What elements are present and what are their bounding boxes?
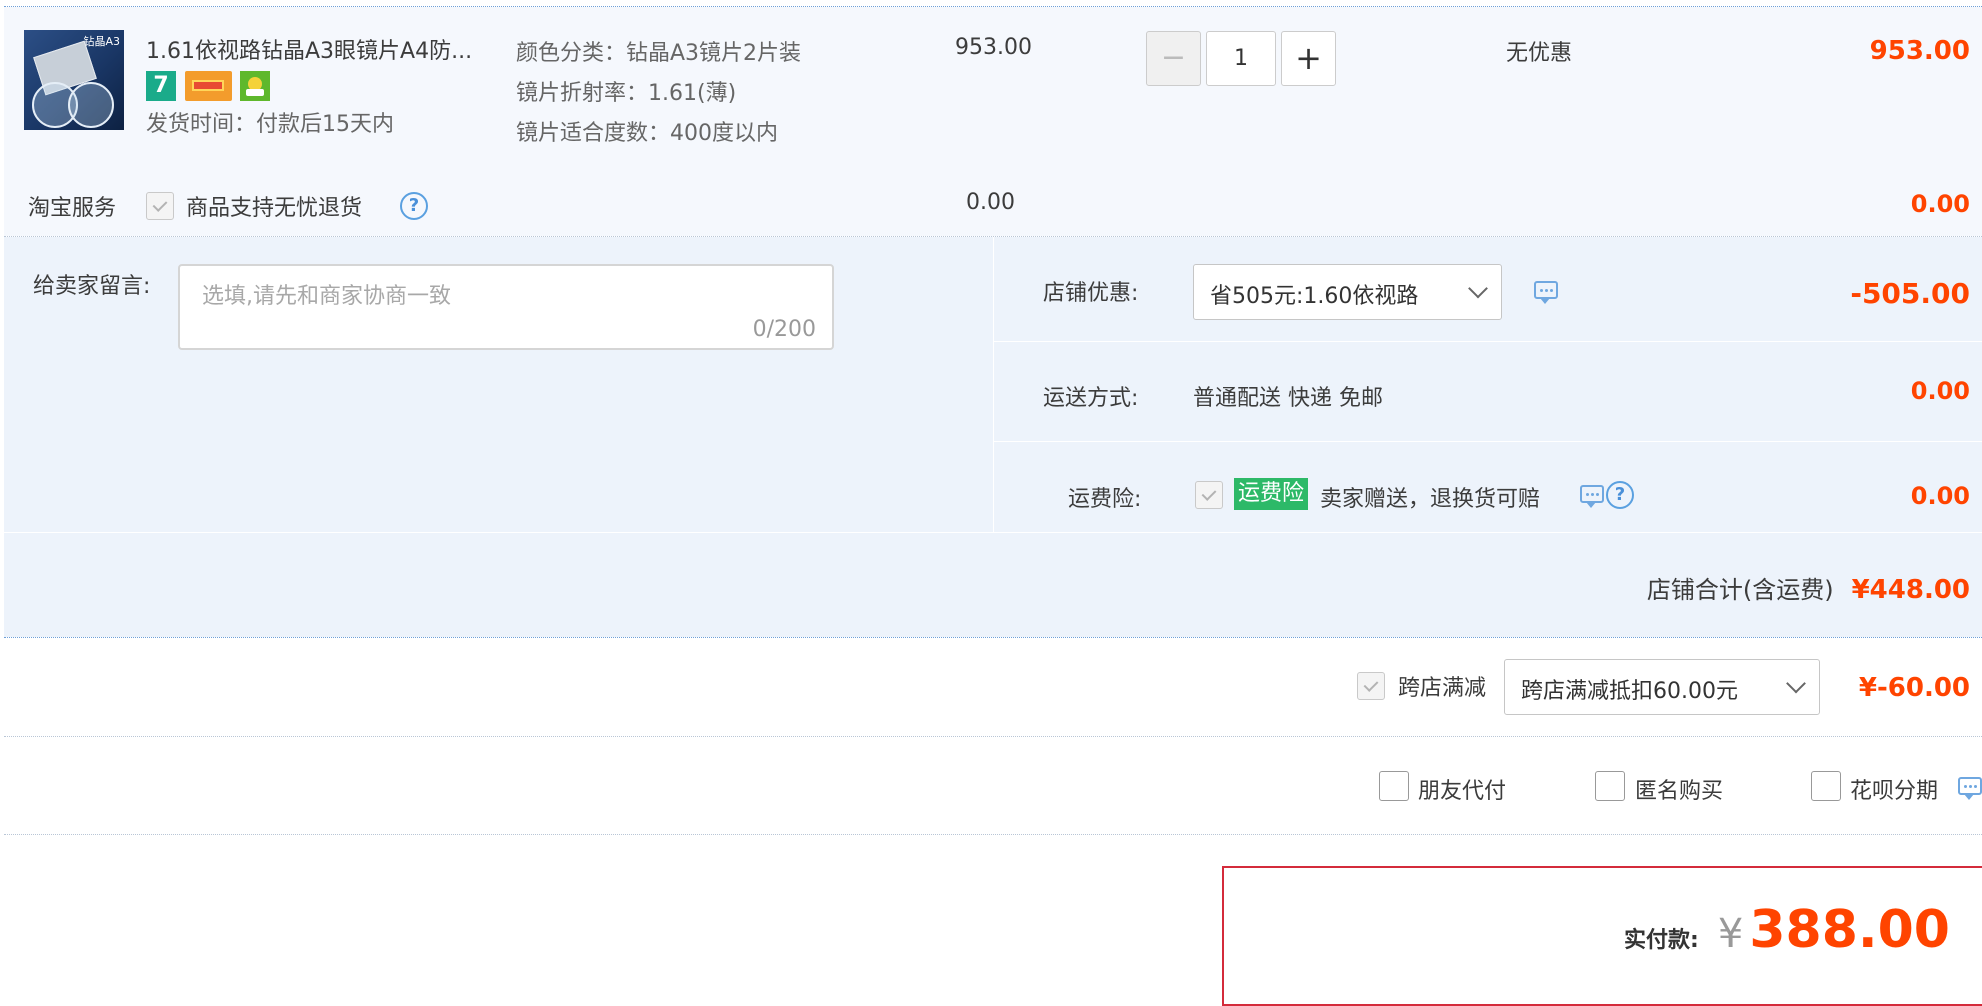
product-thumbnail[interactable]: 钻晶A3 — [24, 30, 124, 130]
item-discount: 无优惠 — [1506, 41, 1573, 66]
attr-diopter-range: 镜片适合度数：400度以内 — [516, 121, 778, 146]
thumbnail-label: 钻晶A3 — [83, 35, 120, 48]
service-subtotal: 0.00 — [1910, 190, 1970, 218]
guarantee-icon-base — [246, 89, 264, 96]
shop-total-row: 店铺合计(含运费) ¥448.00 — [1647, 570, 1970, 605]
panel-row-divider-1 — [994, 341, 1982, 342]
message-label: 给卖家留言: — [33, 274, 151, 299]
cross-store-select[interactable]: 跨店满减抵扣60.00元 — [1504, 659, 1820, 715]
shop-discount-label: 店铺优惠: — [1043, 281, 1139, 306]
product-title[interactable]: 1.61依视路钻晶A3眼镜片A4防... — [146, 33, 472, 65]
guarantee-icon — [240, 71, 270, 101]
options-divider — [4, 834, 1982, 835]
badge-7-day-return: 7 — [146, 71, 176, 101]
pay-currency: ¥ — [1717, 911, 1744, 957]
service-checkbox[interactable] — [146, 192, 174, 220]
freight-insurance-amount: 0.00 — [1910, 482, 1970, 510]
huabei-installment-label: 花呗分期 — [1850, 779, 1939, 804]
plus-icon: + — [1295, 39, 1322, 77]
pay-label: 实付款: — [1623, 928, 1699, 953]
freight-insurance-tag-text: 运费险 — [1238, 481, 1305, 506]
freight-insurance-help-icon[interactable]: ? — [1606, 481, 1634, 509]
shipping-value: 普通配送 快递 免邮 — [1193, 386, 1383, 411]
badge-7-text: 7 — [153, 73, 169, 98]
message-placeholder: 选填,请先和商家协商一致 — [202, 284, 451, 309]
quantity-value: 1 — [1234, 46, 1248, 71]
cross-store-label: 跨店满减 — [1398, 676, 1487, 701]
shop-discount-select[interactable]: 省505元:1.60依视路 — [1193, 264, 1502, 320]
anonymous-buy-checkbox[interactable] — [1595, 771, 1625, 801]
anonymous-buy-label: 匿名购买 — [1635, 779, 1724, 804]
shipping-label: 运送方式: — [1043, 386, 1139, 411]
quantity-decrease-button[interactable]: − — [1146, 31, 1201, 86]
huabei-chat-icon[interactable] — [1958, 777, 1982, 800]
cross-store-divider — [4, 736, 1982, 737]
service-price: 0.00 — [966, 190, 1015, 215]
huabei-installment-checkbox[interactable] — [1811, 771, 1841, 801]
shop-discount-selected: 省505元:1.60依视路 — [1210, 284, 1419, 309]
credit-card-icon — [185, 71, 232, 101]
shop-bottom-border — [4, 637, 1982, 638]
panel-row-divider-3 — [4, 532, 1982, 533]
ship-time: 发货时间：付款后15天内 — [146, 112, 394, 137]
shipping-amount: 0.00 — [1910, 377, 1970, 405]
lens-circle-right — [68, 82, 114, 128]
chevron-down-icon — [1468, 278, 1488, 299]
message-textarea[interactable]: 选填,请先和商家协商一致 0/200 — [178, 264, 834, 350]
friend-pay-label: 朋友代付 — [1418, 779, 1507, 804]
quantity-increase-button[interactable]: + — [1281, 31, 1336, 86]
attr-color: 颜色分类：钻晶A3镜片2片装 — [516, 41, 802, 66]
shop-total-amount: ¥448.00 — [1851, 575, 1970, 605]
freight-insurance-checkbox[interactable] — [1195, 481, 1223, 509]
message-counter: 0/200 — [752, 317, 816, 342]
credit-card-stripe — [192, 80, 224, 91]
service-help-glyph: ? — [408, 195, 420, 216]
cross-store-checkbox[interactable] — [1357, 672, 1385, 700]
panel-row-divider-2 — [994, 441, 1982, 442]
minus-icon: − — [1160, 40, 1187, 75]
freight-insurance-chat-icon[interactable] — [1580, 485, 1604, 508]
service-label: 淘宝服务 — [28, 196, 117, 221]
freight-insurance-tag: 运费险 — [1234, 478, 1309, 510]
freight-insurance-desc: 卖家赠送，退换货可赔 — [1320, 487, 1541, 512]
service-help-icon[interactable]: ? — [400, 192, 428, 220]
cross-store-amount: ¥-60.00 — [1858, 673, 1970, 703]
unit-price: 953.00 — [955, 35, 1032, 60]
quantity-input[interactable]: 1 — [1206, 31, 1276, 86]
cross-store-selected: 跨店满减抵扣60.00元 — [1521, 679, 1738, 704]
item-subtotal: 953.00 — [1869, 36, 1970, 66]
shop-discount-chat-icon[interactable] — [1534, 281, 1558, 304]
pay-amount: 388.00 — [1749, 900, 1950, 960]
freight-help-glyph: ? — [1614, 484, 1626, 505]
service-option-label: 商品支持无忧退货 — [186, 196, 363, 221]
shop-total-label: 店铺合计(含运费) — [1646, 576, 1834, 604]
shop-discount-amount: -505.00 — [1850, 277, 1970, 310]
payment-row: 实付款: ¥388.00 — [1624, 900, 1950, 960]
freight-insurance-label: 运费险: — [1068, 487, 1142, 512]
friend-pay-checkbox[interactable] — [1379, 771, 1409, 801]
panel-vertical-divider — [993, 237, 994, 533]
attr-refractive-index: 镜片折射率：1.61(薄) — [516, 81, 737, 106]
chevron-down-icon — [1786, 673, 1806, 694]
